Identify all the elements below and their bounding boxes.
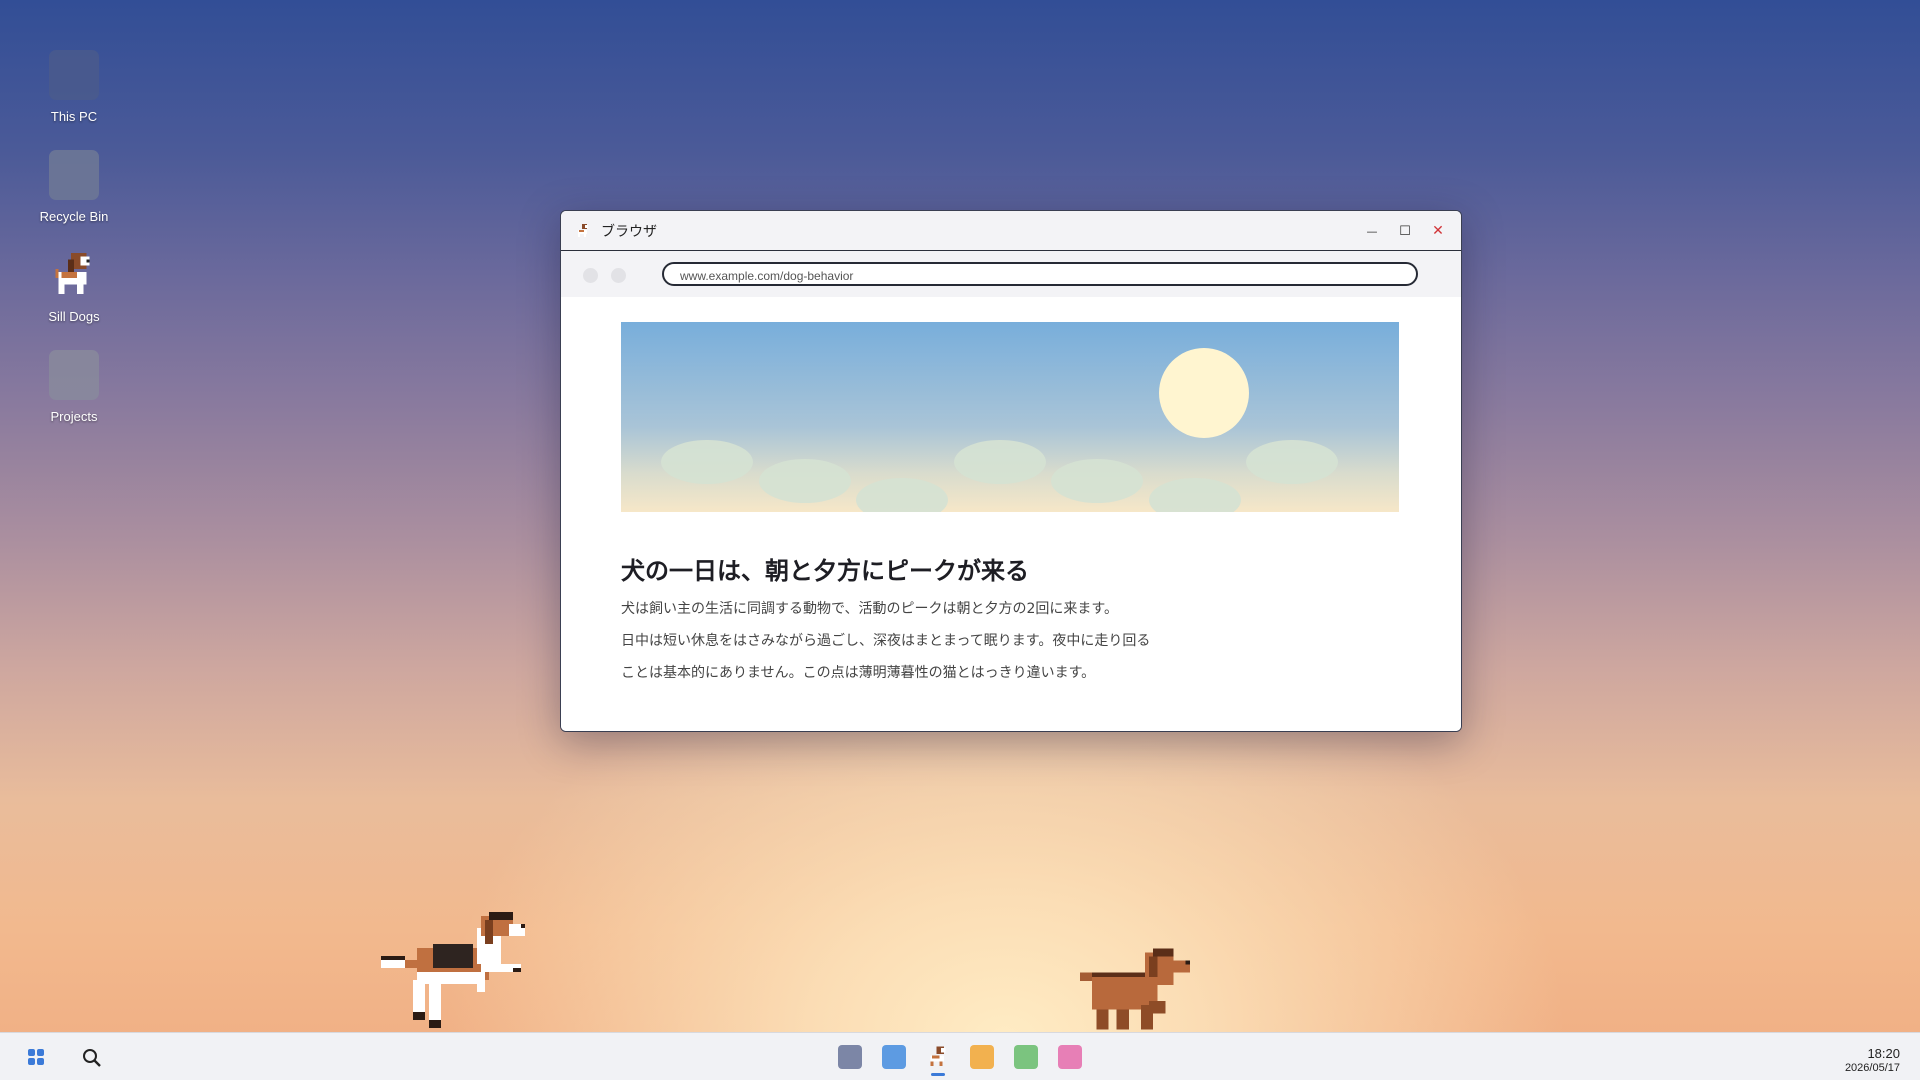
cloud-shape	[1051, 459, 1143, 503]
search-icon	[83, 1049, 101, 1067]
taskbar: 18:20 2026/05/17	[0, 1032, 1920, 1080]
maximize-icon: ☐	[1399, 223, 1411, 239]
cloud-shape	[856, 478, 948, 512]
taskbar-app-orange[interactable]	[970, 1045, 994, 1069]
start-grid-icon	[28, 1049, 44, 1065]
maximize-button[interactable]: ☐	[1389, 218, 1421, 244]
article-line: 犬は飼い主の生活に同調する動物で、活動のピークは朝と夕方の2回に来ます。	[621, 601, 1118, 617]
hero-image	[621, 322, 1399, 512]
desktop-icon-recycle-bin[interactable]: Recycle Bin	[29, 150, 119, 224]
close-icon: ✕	[1432, 223, 1444, 239]
back-button[interactable]	[583, 268, 598, 283]
start-button[interactable]	[27, 1048, 45, 1066]
cloud-shape	[1246, 440, 1338, 484]
minimize-button[interactable]: —	[1356, 218, 1388, 244]
this-pc-icon	[49, 50, 99, 100]
clock-date: 2026/05/17	[1844, 1062, 1900, 1074]
search-button[interactable]	[81, 1047, 103, 1069]
beagle-dog-icon	[55, 253, 90, 294]
beagle-dog-icon	[930, 1046, 946, 1066]
taskbar-app-sill-dogs[interactable]	[926, 1045, 950, 1076]
taskbar-app-pink[interactable]	[1058, 1045, 1082, 1069]
browser-toolbar: www.example.com/dog-behavior	[561, 251, 1461, 297]
desktop-icon-label: Recycle Bin	[39, 209, 109, 224]
article-headline: 犬の一日は、朝と夕方にピークが来る	[621, 557, 1029, 585]
taskbar-app-green[interactable]	[1014, 1045, 1038, 1069]
window-title: ブラウザ	[601, 223, 657, 240]
desktop-icon-this-pc[interactable]: This PC	[29, 50, 119, 124]
taskbar-app-gray[interactable]	[838, 1045, 862, 1069]
cloud-shape	[759, 459, 851, 503]
close-button[interactable]: ✕	[1422, 218, 1454, 244]
projects-folder-icon	[49, 350, 99, 400]
desktop-icon-label: This PC	[50, 109, 98, 124]
desktop-icon-label: Sill Dogs	[48, 309, 100, 324]
taskbar-app-blue[interactable]	[882, 1045, 906, 1069]
recycle-bin-icon	[49, 150, 99, 200]
desktop-icon-label: Projects	[50, 409, 98, 424]
brown-dog-sprite	[1080, 948, 1190, 1030]
desktop-icon-projects[interactable]: Projects	[29, 350, 119, 424]
article-line: 日中は短い休息をはさみながら過ごし、深夜はまとまって眠ります。夜中に走り回る	[621, 633, 1151, 649]
system-clock[interactable]: 18:20 2026/05/17	[1845, 1046, 1900, 1074]
window-titlebar[interactable]: ブラウザ — ☐ ✕	[561, 211, 1461, 251]
minimize-icon: —	[1366, 224, 1378, 238]
address-bar[interactable]: www.example.com/dog-behavior	[662, 262, 1418, 286]
web-page: 犬の一日は、朝と夕方にピークが来る 犬は飼い主の生活に同調する動物で、活動のピー…	[561, 297, 1461, 731]
desktop: This PC Recycle Bin Sill Dogs Projects ブ…	[0, 0, 1920, 1080]
cloud-shape	[954, 440, 1046, 484]
beagle-dog-sprite	[381, 912, 525, 1028]
cloud-shape	[1149, 478, 1241, 512]
article-line: ことは基本的にありません。この点は薄明薄暮性の猫とはっきり違います。	[621, 665, 1096, 681]
beagle-dog-icon	[578, 223, 588, 237]
cloud-shape	[661, 440, 753, 484]
desktop-icon-sill-dogs[interactable]: Sill Dogs	[29, 250, 119, 324]
browser-window: ブラウザ — ☐ ✕ www.example.com/dog-behavior	[560, 210, 1462, 732]
active-app-indicator	[931, 1073, 945, 1076]
forward-button[interactable]	[611, 268, 626, 283]
sun-shape	[1159, 348, 1249, 438]
clock-time: 18:20	[1867, 1046, 1900, 1061]
